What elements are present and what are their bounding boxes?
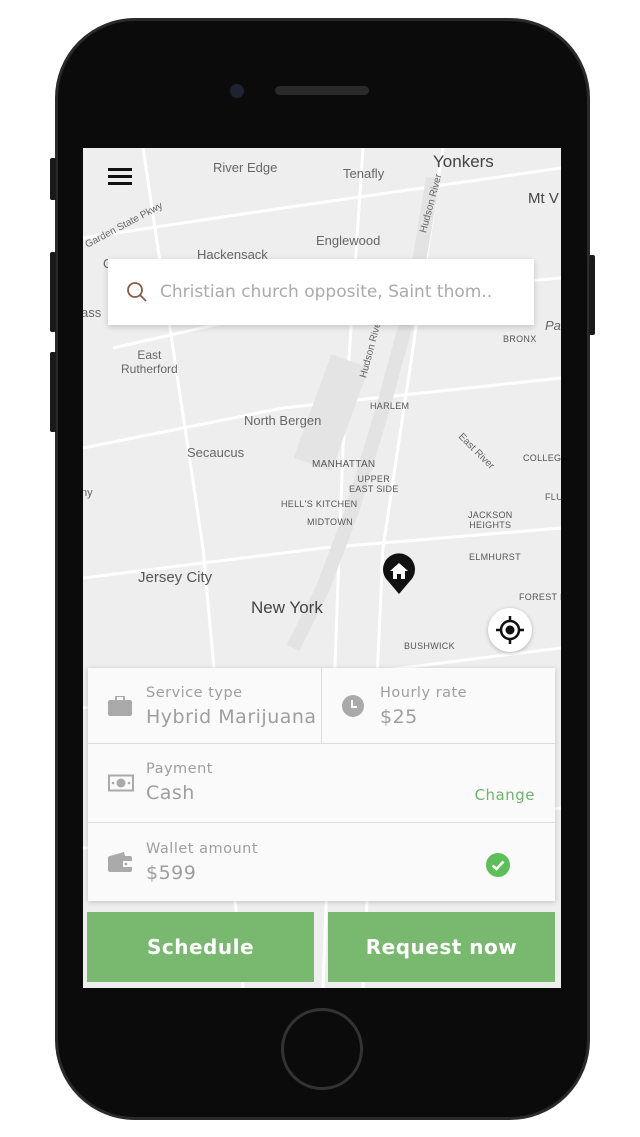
check-circle-icon[interactable] [486, 853, 510, 877]
map-label: COLLEGE [523, 453, 561, 463]
map-label: Pa [545, 318, 561, 333]
hamburger-icon [108, 168, 132, 171]
payment-row: Payment Cash Change [88, 744, 555, 823]
hourly-rate-value: $25 [380, 706, 418, 728]
hamburger-icon-line [108, 182, 132, 185]
map-label: FLU [545, 492, 561, 502]
map-label: BRONX [503, 334, 537, 344]
map-label: Englewood [316, 233, 381, 248]
search-icon [127, 282, 147, 302]
map-label: East Rutherford [121, 348, 178, 376]
wallet-row[interactable]: Wallet amount $599 [88, 823, 555, 901]
speaker [275, 86, 369, 95]
payment-label: Payment [146, 761, 213, 777]
volume-up-button [50, 252, 56, 332]
map-label: MIDTOWN [307, 517, 353, 527]
menu-button[interactable] [108, 168, 132, 186]
payment-value: Cash [146, 782, 195, 804]
service-row: Service type Hybrid Marijuana Hourly rat… [88, 668, 555, 744]
briefcase-icon [108, 695, 132, 716]
map-label: New York [251, 598, 323, 617]
hamburger-icon-line [108, 175, 132, 178]
ride-details-card: Service type Hybrid Marijuana Hourly rat… [88, 668, 555, 901]
cash-icon [108, 774, 134, 792]
map-label: ass [83, 305, 102, 320]
request-now-button[interactable]: Request now [328, 912, 555, 982]
wallet-label: Wallet amount [146, 841, 259, 857]
mute-switch [50, 158, 56, 200]
search-bar[interactable] [108, 259, 534, 325]
hourly-rate: Hourly rate $25 [322, 668, 555, 743]
service-type-label: Service type [146, 685, 243, 701]
my-location-button[interactable] [488, 608, 532, 652]
change-payment-link[interactable]: Change [475, 786, 535, 804]
front-camera [230, 84, 244, 98]
app-screen: River Edge Tenafly Yonkers Mt V Englewoo… [83, 148, 561, 988]
map-label: Tenafly [343, 166, 385, 181]
wallet-value: $599 [146, 862, 197, 884]
wallet-icon [108, 852, 132, 872]
map-label: MANHATTAN [312, 459, 376, 470]
map-label: BUSHWICK [404, 641, 455, 651]
map-label: Mt V [528, 190, 559, 207]
map-label: North Bergen [244, 413, 322, 428]
map-label: HELL'S KITCHEN [281, 499, 358, 509]
volume-down-button [50, 352, 56, 432]
map-label: UPPER EAST SIDE [349, 474, 399, 494]
hourly-rate-label: Hourly rate [380, 685, 468, 701]
service-type-value: Hybrid Marijuana [146, 706, 317, 728]
map-label: Jersey City [138, 569, 213, 586]
home-button[interactable] [281, 1008, 363, 1090]
map-label: JACKSON HEIGHTS [468, 510, 513, 530]
map-label: Yonkers [433, 152, 494, 171]
search-input[interactable] [160, 282, 520, 302]
power-button [589, 255, 595, 335]
service-type[interactable]: Service type Hybrid Marijuana [88, 668, 322, 743]
map-label: Secaucus [187, 445, 245, 460]
map-label: ny [83, 487, 93, 499]
crosshair-icon [496, 616, 524, 644]
map-label: ELMHURST [469, 552, 521, 562]
home-location-pin-icon[interactable] [381, 553, 417, 595]
schedule-button[interactable]: Schedule [87, 912, 314, 982]
clock-icon [342, 694, 364, 717]
map-label: River Edge [213, 160, 278, 175]
map-label: FOREST H [519, 592, 561, 602]
map-label: HARLEM [370, 401, 410, 411]
